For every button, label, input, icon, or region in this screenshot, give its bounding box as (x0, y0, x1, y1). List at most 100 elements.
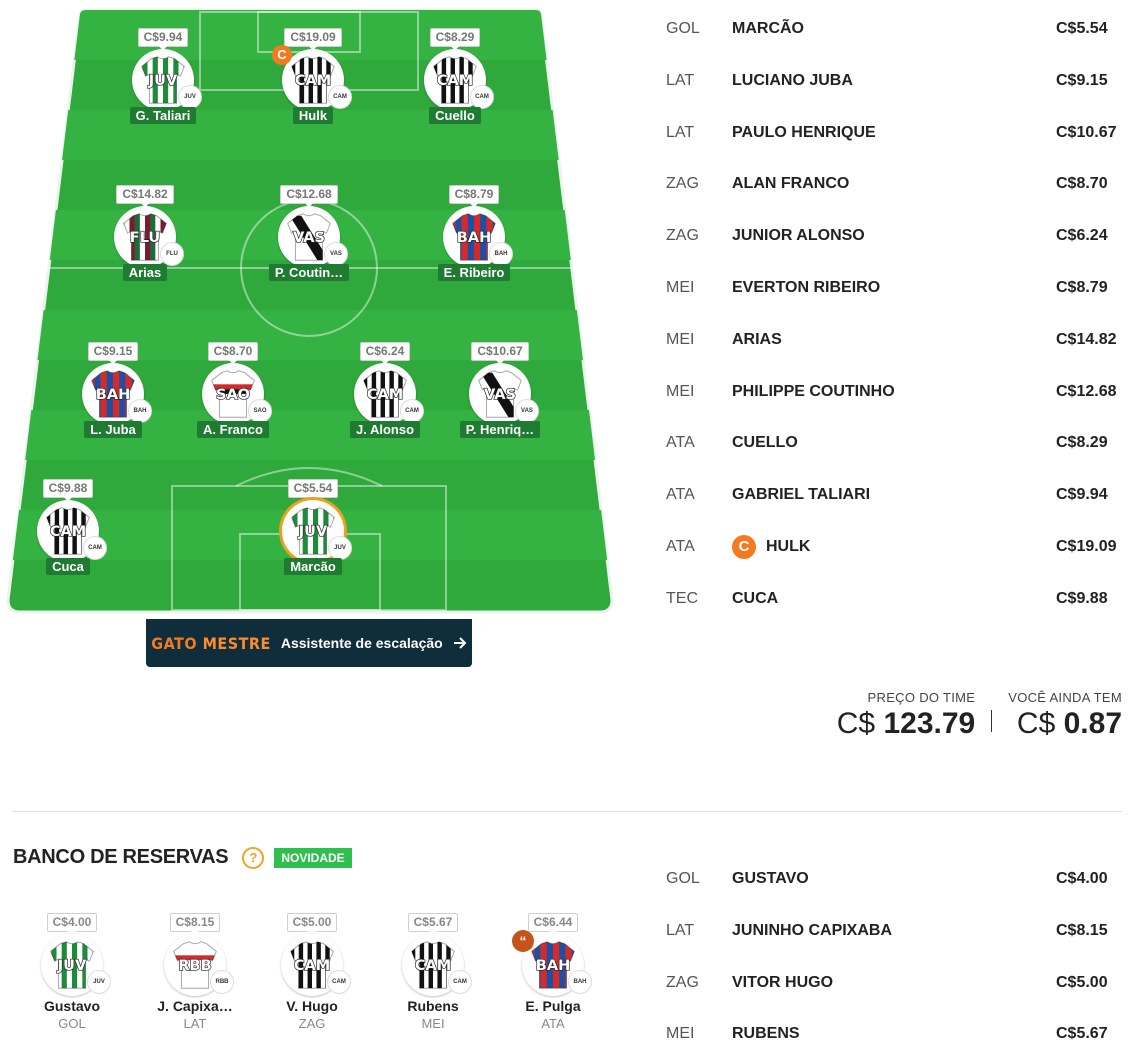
player-name: Cuello (429, 107, 481, 124)
bench-player-jersey: BAH BAH “ (512, 930, 592, 996)
field-player[interactable]: C$6.24 CAM CAM J. Alonso (325, 342, 445, 443)
lineup-position: ZAG (666, 227, 699, 245)
player-price: C$12.68 (280, 185, 338, 208)
bench-player-jersey: RBB RBB (164, 934, 234, 996)
lineup-price: C$10.67 (1056, 123, 1117, 141)
bench-player-price: C$4.00 (46, 913, 98, 936)
lineup-row[interactable]: LAT LUCIANO JUBA C$9.15 (666, 55, 1126, 107)
lineup-row[interactable]: ATA C HULK C$19.09 (666, 521, 1126, 573)
field-player[interactable]: C$19.09 CAM CAM C Hulk (253, 28, 373, 129)
player-price: C$10.67 (471, 342, 529, 365)
bench-player-position: GOL (58, 1016, 86, 1031)
field-player[interactable]: C$8.79 BAH BAH E. Ribeiro (414, 185, 534, 286)
bench-player-label: RUBENS (732, 1025, 800, 1043)
svg-text:VAS: VAS (293, 230, 325, 246)
lineup-row[interactable]: ATA CUELLO C$8.29 (666, 417, 1126, 469)
bench-player-name: E. Pulga (525, 998, 581, 1014)
lineup-row[interactable]: ZAG JUNIOR ALONSO C$6.24 (666, 210, 1126, 262)
reserve-luxury-icon: “ (512, 930, 534, 952)
bench-player-name: J. Capixa… (157, 998, 233, 1014)
gato-mestre-button[interactable]: GATO MESTRE Assistente de escalação (146, 619, 472, 667)
field-player[interactable]: C$9.15 BAH BAH L. Juba (53, 342, 173, 443)
bench-player-position: ZAG (298, 1016, 326, 1031)
bench-player-name: V. Hugo (286, 998, 338, 1014)
player-price: C$6.24 (359, 342, 411, 365)
field-player[interactable]: C$12.68 VAS VAS P. Coutin… (249, 185, 369, 286)
field-player[interactable]: C$9.94 JUV JUV G. Taliari (103, 28, 223, 129)
lineup-player-name: C HULK (732, 535, 1056, 559)
player-jersey: CAM CAM (354, 363, 424, 425)
bench-position: MEI (666, 1025, 695, 1043)
field-player[interactable]: C$14.82 FLU FLU Arias (85, 185, 205, 286)
lineup-price: C$8.70 (1056, 175, 1108, 193)
gato-mestre-label: Assistente de escalação (280, 635, 443, 651)
player-jersey: VAS VAS (278, 206, 348, 268)
captain-badge-icon: C (272, 45, 292, 65)
remaining-label: VOCÊ AINDA TEM (1008, 690, 1122, 705)
lineup-row[interactable]: MEI EVERTON RIBEIRO C$8.79 (666, 262, 1126, 314)
lineup-row[interactable]: MEI PHILIPPE COUTINHO C$12.68 (666, 366, 1126, 418)
field-player[interactable]: C$5.54 JUV JUV Marcão (253, 479, 373, 580)
field-player[interactable]: C$9.88 CAM CAM Cuca (8, 479, 128, 580)
svg-text:CAM: CAM (50, 524, 86, 540)
player-jersey: CAM CAM (37, 500, 107, 562)
svg-text:SAO: SAO (216, 387, 250, 403)
player-jersey: BAH BAH (443, 206, 513, 268)
bench-row[interactable]: MEI RUBENS C$5.67 (666, 1008, 1126, 1060)
field-player[interactable]: C$10.67 VAS VAS P. Henriq… (440, 342, 560, 443)
field-player[interactable]: C$8.29 CAM CAM Cuello (395, 28, 515, 129)
bench-player[interactable]: C$8.15 RBB RBB J. Capixa… LAT (135, 913, 255, 1031)
team-price-value: C$ 123.79 (836, 707, 976, 740)
bench-price: C$5.67 (1056, 1025, 1108, 1043)
svg-text:JUV: JUV (148, 73, 178, 89)
lineup-position: LAT (666, 123, 695, 141)
lineup-position: GOL (666, 20, 700, 37)
bench-player[interactable]: C$4.00 JUV JUV Gustavo GOL (12, 913, 132, 1031)
lineup-position: TEC (666, 589, 698, 607)
svg-text:CAM: CAM (415, 958, 451, 974)
player-name: L. Juba (84, 421, 142, 438)
arrow-right-icon (453, 637, 467, 649)
lineup-row[interactable]: GOL MARCÃO C$5.54 (666, 3, 1126, 55)
lineup-row[interactable]: TEC CUCA C$9.88 (666, 573, 1126, 625)
team-badge-icon: FLU (160, 242, 184, 266)
help-icon[interactable]: ? (242, 846, 265, 869)
team-badge-icon: VAS (324, 242, 348, 266)
lineup-player-label: EVERTON RIBEIRO (732, 279, 881, 296)
player-name: Cuca (46, 558, 90, 575)
lineup-player-name: ARIAS (732, 331, 1056, 349)
lineup-player-name: GABRIEL TALIARI (732, 486, 1056, 504)
player-price: C$9.88 (42, 479, 94, 502)
player-jersey: VAS VAS (469, 363, 539, 425)
lineup-player-name: EVERTON RIBEIRO (732, 279, 1056, 297)
player-name: G. Taliari (129, 107, 197, 124)
lineup-row[interactable]: LAT PAULO HENRIQUE C$10.67 (666, 107, 1126, 159)
bench-player-price: C$6.44 (527, 913, 579, 936)
bench-player[interactable]: C$5.00 CAM CAM V. Hugo ZAG (252, 913, 372, 1031)
bench-player-position: ATA (541, 1016, 565, 1031)
lineup-position: MEI (666, 279, 695, 296)
team-price: PREÇO DO TIME C$ 123.79 (837, 690, 975, 741)
team-badge-icon: BAH (568, 970, 592, 994)
team-badge-icon: CAM (400, 399, 424, 423)
player-name: A. Franco (197, 421, 269, 438)
lineup-row[interactable]: MEI ARIAS C$14.82 (666, 314, 1126, 366)
bench-player-label: VITOR HUGO (732, 973, 834, 991)
lineup-player-label: LUCIANO JUBA (732, 71, 853, 89)
lineup-player-name: PAULO HENRIQUE (732, 124, 1056, 142)
lineup-position: ATA (666, 538, 695, 555)
player-name: P. Coutin… (268, 264, 350, 281)
bench-row[interactable]: GOL GUSTAVO C$4.00 (666, 853, 1126, 905)
bench-row[interactable]: ZAG VITOR HUGO C$5.00 (666, 957, 1126, 1009)
team-badge-icon: JUV (328, 536, 352, 560)
svg-text:CAM: CAM (294, 958, 330, 974)
team-badge-icon: BAH (489, 242, 513, 266)
player-jersey: JUV JUV (132, 49, 202, 111)
bench-player[interactable]: C$5.67 CAM CAM Rubens MEI (373, 913, 493, 1031)
remaining-budget: VOCÊ AINDA TEM C$ 0.87 (1008, 690, 1122, 741)
lineup-row[interactable]: ATA GABRIEL TALIARI C$9.94 (666, 469, 1126, 521)
field-player[interactable]: C$8.70 SAO SAO A. Franco (173, 342, 293, 443)
bench-player[interactable]: C$6.44 BAH BAH “E. Pulga ATA (493, 913, 613, 1031)
bench-row[interactable]: LAT JUNINHO CAPIXABA C$8.15 (666, 905, 1126, 957)
lineup-row[interactable]: ZAG ALAN FRANCO C$8.70 (666, 158, 1126, 210)
